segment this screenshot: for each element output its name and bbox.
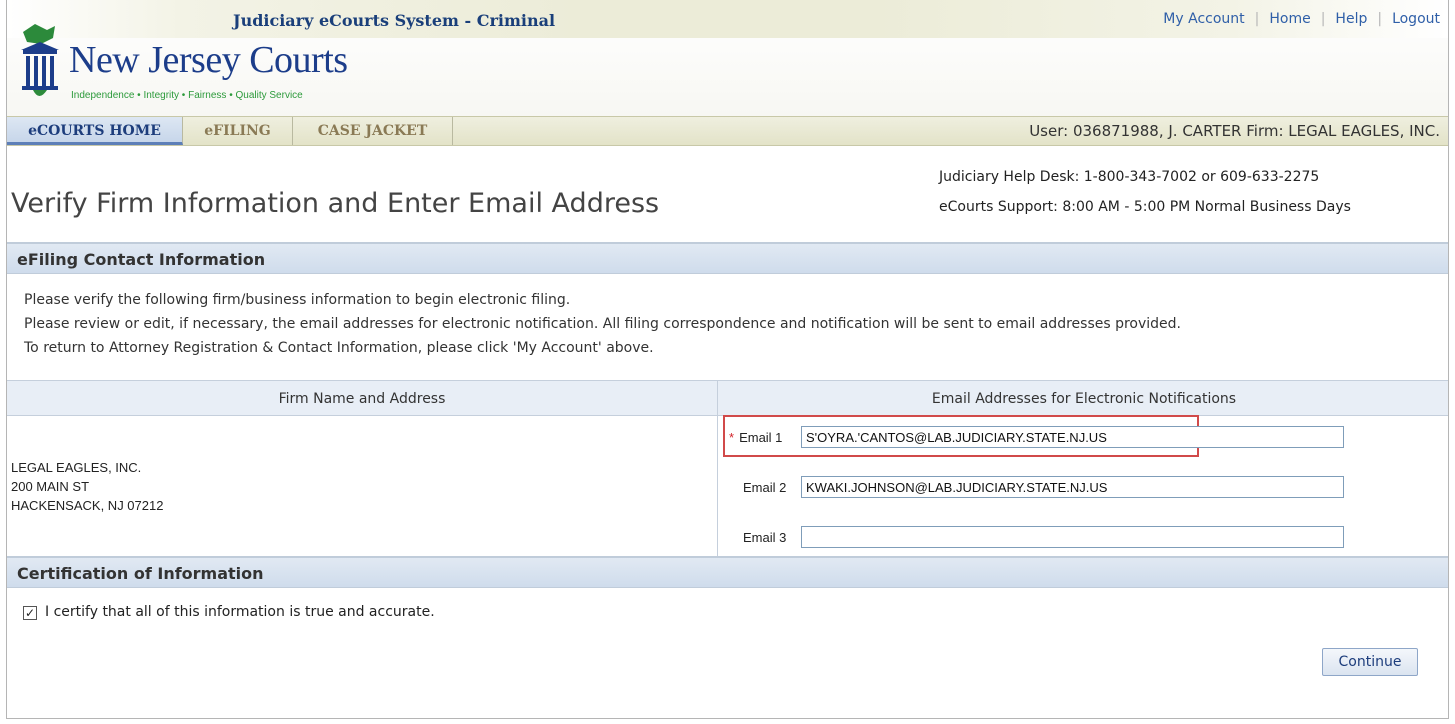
email-column-header: Email Addresses for Electronic Notificat…	[718, 380, 1448, 416]
certify-checkbox[interactable]: ✓	[23, 606, 37, 620]
tab-case-jacket[interactable]: CASE JACKET	[293, 117, 453, 145]
help-desk-phone: Judiciary Help Desk: 1-800-343-7002 or 6…	[939, 169, 1320, 185]
email1-input[interactable]	[801, 426, 1344, 448]
email2-label: Email 2	[743, 480, 787, 495]
firm-column-header: Firm Name and Address	[7, 380, 717, 416]
nav-bar: eCOURTS HOME eFILING CASE JACKET User: 0…	[7, 116, 1448, 146]
continue-button[interactable]: Continue	[1322, 648, 1418, 676]
instruction-line: Please review or edit, if necessary, the…	[24, 316, 1182, 332]
certification-header: Certification of Information	[7, 556, 1448, 588]
email2-input[interactable]	[801, 476, 1344, 498]
help-desk-info: Judiciary Help Desk: 1-800-343-7002 or 6…	[939, 162, 1351, 222]
firm-name: LEGAL EAGLES, INC.	[11, 460, 142, 475]
top-links: My Account | Home | Help | Logout	[1163, 11, 1440, 27]
instruction-line: Please verify the following firm/busines…	[24, 292, 571, 308]
support-hours: eCourts Support: 8:00 AM - 5:00 PM Norma…	[939, 199, 1351, 215]
logo-tagline: Independence • Integrity • Fairness • Qu…	[71, 90, 303, 101]
link-separator: |	[1320, 11, 1326, 27]
logo-name: New Jersey Courts	[69, 39, 348, 81]
instructions: Please verify the following firm/busines…	[24, 288, 1181, 360]
header: Judiciary eCourts System - Criminal My A…	[7, 0, 1448, 116]
user-info: User: 036871988, J. CARTER Firm: LEGAL E…	[1029, 122, 1440, 140]
email3-label: Email 3	[743, 530, 787, 545]
instruction-line: To return to Attorney Registration & Con…	[24, 340, 654, 356]
firm-city: HACKENSACK, NJ 07212	[11, 498, 164, 513]
help-link[interactable]: Help	[1335, 11, 1367, 27]
home-link[interactable]: Home	[1269, 11, 1310, 27]
email1-label: * Email 1	[729, 430, 783, 445]
app-frame: Judiciary eCourts System - Criminal My A…	[6, 0, 1449, 719]
certify-label: I certify that all of this information i…	[45, 604, 435, 620]
logout-link[interactable]: Logout	[1392, 11, 1440, 27]
tab-ecourts-home[interactable]: eCOURTS HOME	[7, 117, 183, 145]
link-separator: |	[1377, 11, 1383, 27]
column-divider	[717, 380, 718, 556]
page-title: Verify Firm Information and Enter Email …	[11, 188, 660, 219]
firm-street: 200 MAIN ST	[11, 479, 90, 494]
efiling-contact-header: eFiling Contact Information	[7, 242, 1448, 274]
my-account-link[interactable]: My Account	[1163, 11, 1244, 27]
nj-courts-logo: New Jersey Courts Independence • Integri…	[17, 22, 397, 102]
courthouse-icon	[21, 24, 59, 96]
link-separator: |	[1254, 11, 1260, 27]
firm-address: LEGAL EAGLES, INC. 200 MAIN ST HACKENSAC…	[11, 458, 163, 515]
tab-efiling[interactable]: eFILING	[183, 117, 293, 145]
email3-input[interactable]	[801, 526, 1344, 548]
required-marker: *	[729, 430, 735, 445]
